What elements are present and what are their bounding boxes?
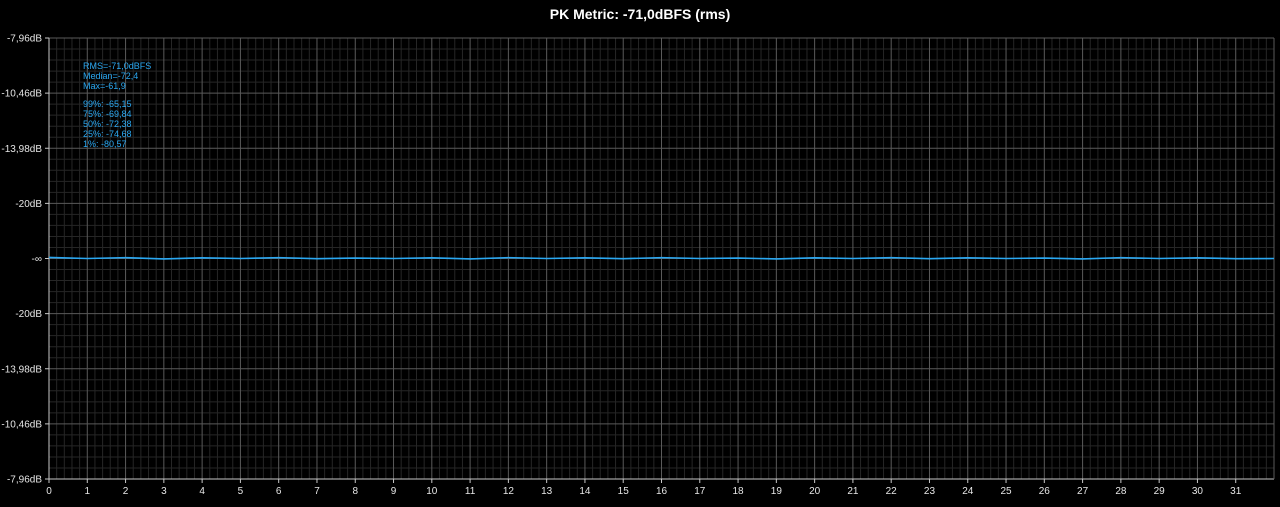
x-tick-label: 11 — [465, 486, 476, 497]
x-tick-label: 16 — [656, 486, 668, 497]
x-tick-label: 23 — [924, 486, 936, 497]
y-tick-label: -13,98dB — [1, 364, 42, 375]
x-tick-label: 25 — [1000, 486, 1012, 497]
x-tick-label: 14 — [579, 486, 591, 497]
y-tick-label: -10,46dB — [1, 419, 42, 430]
x-tick-label: 13 — [541, 486, 553, 497]
x-tick-label: 6 — [276, 486, 282, 497]
x-tick-label: 7 — [314, 486, 320, 497]
y-tick-label: -20dB — [15, 199, 42, 210]
x-tick-label: 19 — [771, 486, 783, 497]
x-tick-label: 4 — [199, 486, 205, 497]
x-tick-label: 20 — [809, 486, 821, 497]
y-tick-label: -20dB — [15, 309, 42, 320]
stat-p75: 75%: -69,84 — [83, 108, 132, 119]
x-tick-label: 8 — [352, 486, 358, 497]
x-tick-label: 0 — [46, 486, 52, 497]
stat-p25: 25%: -74,68 — [83, 129, 132, 140]
stat-median: Median=-72,4 — [83, 71, 139, 82]
x-tick-label: 3 — [161, 486, 167, 497]
stat-p1: 1%: -80,57 — [83, 139, 127, 150]
x-tick-label: 2 — [123, 486, 129, 497]
x-tick-label: 1 — [85, 486, 91, 497]
x-tick-label: 18 — [733, 486, 745, 497]
x-tick-label: 22 — [886, 486, 898, 497]
y-tick-label: -∞ — [32, 254, 42, 265]
x-tick-label: 10 — [426, 486, 438, 497]
x-tick-label: 31 — [1230, 486, 1242, 497]
x-axis-ticks: 0 1 2 3 4 5 6 7 8 9 10 11 12 13 14 15 16 17 18 19 20 21 22 23 24… — [46, 479, 1242, 497]
x-tick-label: 17 — [694, 486, 706, 497]
stat-p50: 50%: -72,38 — [83, 119, 132, 130]
x-tick-label: 27 — [1077, 486, 1089, 497]
y-tick-label: -13,98dB — [1, 144, 42, 155]
x-tick-label: 28 — [1115, 486, 1127, 497]
x-tick-label: 21 — [847, 486, 859, 497]
y-axis-ticks: -7,96dB -10,46dB -13,98dB -20dB -∞ -20dB -13,9… — [1, 34, 49, 486]
x-tick-label: 15 — [618, 486, 630, 497]
x-tick-label: 29 — [1154, 486, 1166, 497]
stat-rms: RMS=-71,0dBFS — [83, 61, 152, 71]
x-tick-label: 24 — [962, 486, 974, 497]
x-tick-label: 5 — [238, 486, 244, 497]
y-tick-label: -7,96dB — [7, 475, 42, 486]
y-tick-label: -7,96dB — [7, 34, 42, 45]
stats-annotation-box: RMS=-71,0dBFS Median=-72,4 Max=-61,9 99%… — [83, 61, 151, 150]
chart-root: PK Metric: -71,0dBFS (rms) -7,96dB -10,46… — [0, 0, 1280, 507]
plot-area: -7,96dB -10,46dB -13,98dB -20dB -∞ -20dB -13,9… — [1, 34, 1275, 497]
x-tick-label: 9 — [391, 486, 397, 497]
y-tick-label: -10,46dB — [1, 89, 42, 100]
x-tick-label: 30 — [1192, 486, 1204, 497]
x-tick-label: 12 — [503, 486, 515, 497]
stat-max: Max=-61,9 — [83, 81, 126, 92]
stat-p99: 99%: -65,15 — [83, 98, 132, 109]
x-tick-label: 26 — [1039, 486, 1051, 497]
